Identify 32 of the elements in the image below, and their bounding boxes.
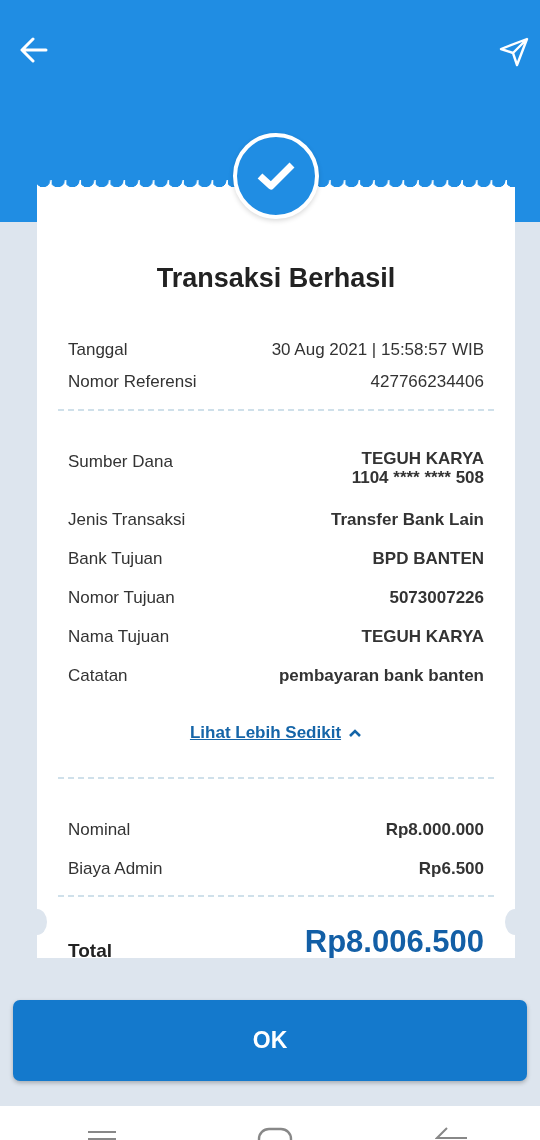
send-icon[interactable] (499, 37, 529, 67)
row-label: Bank Tujuan (68, 547, 163, 570)
row-label: Catatan (68, 664, 128, 687)
row-value: TEGUH KARYA (360, 448, 484, 469)
ok-button[interactable]: OK (13, 1000, 527, 1081)
row-value: 30 Aug 2021 | 15:58:57 WIB (271, 338, 484, 361)
row-value: BPD BANTEN (372, 547, 484, 570)
row-value: 427766234406 (370, 370, 484, 393)
row-label: Sumber Dana (68, 450, 173, 473)
total-label: Total (68, 939, 112, 958)
account-number: 1104 **** **** 508 (351, 468, 484, 488)
back-icon[interactable] (20, 36, 48, 64)
status-title: Transaksi Berhasil (155, 262, 397, 295)
row-value: Rp6.500 (418, 858, 484, 880)
row-value: 5073007226 (389, 586, 484, 609)
total-amount: Rp8.006.500 (304, 923, 484, 958)
row-label: Nomor Referensi (68, 370, 197, 393)
row-label: Nomor Tujuan (68, 586, 175, 609)
row-label: Tanggal (68, 338, 128, 361)
back-nav-icon[interactable] (435, 1126, 467, 1140)
row-value: TEGUH KARYA (361, 625, 484, 648)
row-label: Biaya Admin (68, 858, 163, 880)
row-label: Nominal (68, 819, 131, 841)
row-label: Jenis Transaksi (68, 508, 186, 531)
home-icon[interactable] (257, 1127, 293, 1140)
row-value: Transfer Bank Lain (330, 508, 484, 531)
show-less-link[interactable]: Lihat Lebih Sedikit (189, 722, 342, 742)
row-label: Nama Tujuan (68, 625, 170, 648)
chevron-up-icon[interactable] (348, 728, 363, 739)
row-value: Rp8.000.000 (385, 819, 484, 841)
menu-icon[interactable] (87, 1130, 117, 1140)
row-value: pembayaran bank banten (279, 664, 484, 687)
